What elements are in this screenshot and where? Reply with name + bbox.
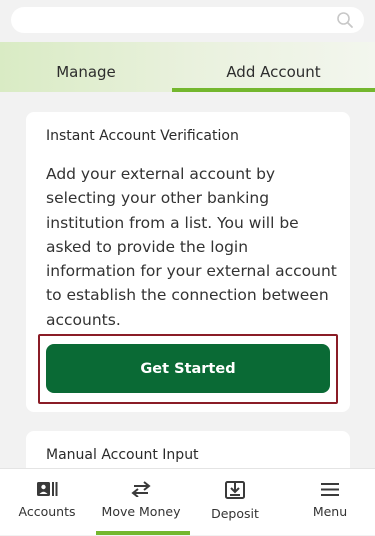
card-description: Add your external account by selecting y…: [46, 165, 337, 329]
card-title: Instant Account Verification: [46, 128, 239, 144]
tab-add-account-label: Add Account: [226, 63, 321, 81]
accounts-icon: [37, 482, 58, 496]
tab-add-account[interactable]: Add Account: [172, 42, 375, 92]
active-nav-indicator: [96, 531, 190, 535]
nav-label: Accounts: [18, 504, 76, 519]
nav-move-money[interactable]: Move Money: [94, 469, 188, 536]
instant-verification-card: Instant Account Verification Add your ex…: [26, 112, 350, 412]
search-icon[interactable]: [336, 11, 354, 29]
nav-accounts[interactable]: Accounts: [0, 469, 94, 536]
account-tabs: Manage Add Account: [0, 42, 375, 92]
search-area: [0, 0, 375, 42]
nav-label: Deposit: [211, 506, 259, 521]
nav-label: Menu: [312, 504, 348, 519]
deposit-icon: [225, 481, 245, 499]
nav-label: Move Money: [101, 504, 181, 519]
transfer-arrows-icon: [131, 481, 151, 497]
nav-menu[interactable]: Menu: [283, 469, 375, 536]
card-title: Manual Account Input: [46, 447, 199, 463]
tab-manage[interactable]: Manage: [0, 42, 172, 92]
hamburger-menu-icon: [321, 483, 339, 496]
get-started-button[interactable]: Get Started: [46, 344, 330, 393]
nav-deposit[interactable]: Deposit: [188, 469, 282, 536]
tab-manage-label: Manage: [56, 63, 116, 81]
active-tab-indicator: [172, 88, 375, 92]
bottom-navigation: Accounts Move Money Deposit Menu: [0, 468, 375, 535]
search-input[interactable]: [11, 7, 364, 33]
